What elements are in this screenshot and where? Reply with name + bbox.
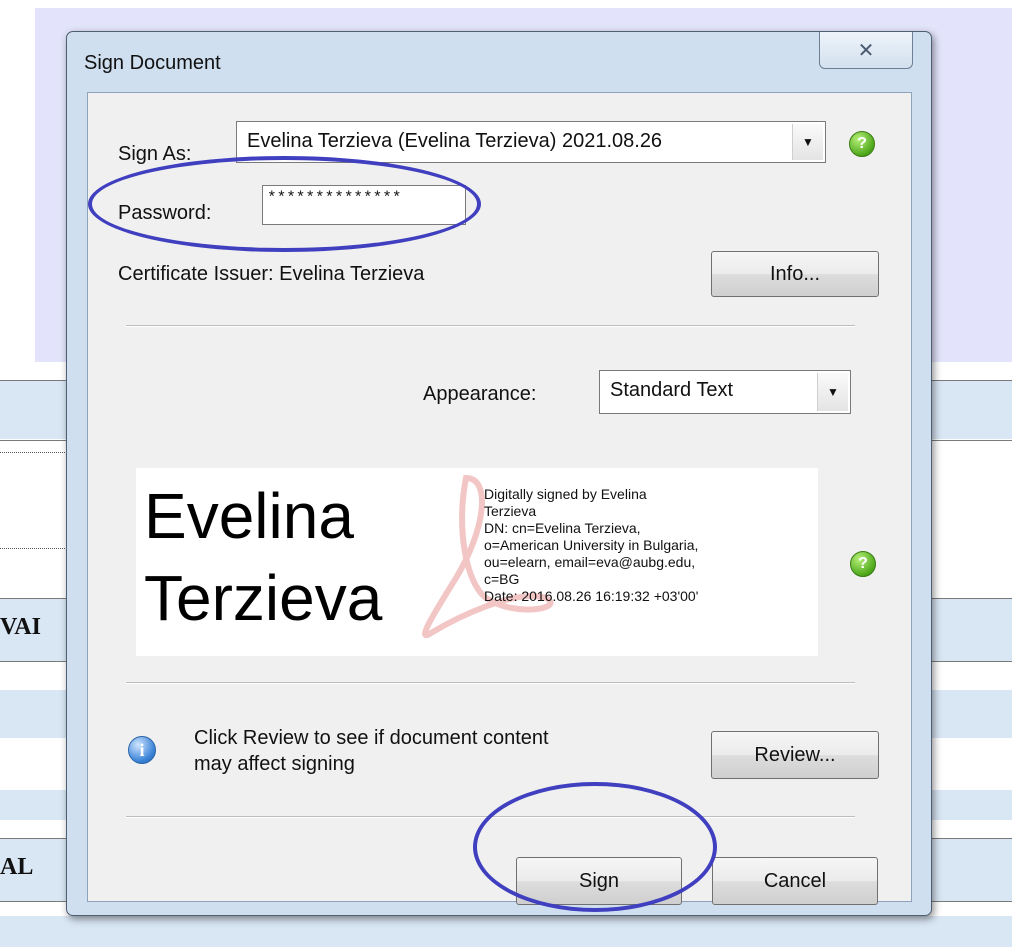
- appearance-value: Standard Text: [610, 379, 734, 401]
- chevron-down-icon: ▼: [817, 373, 848, 411]
- signature-detail-line: Digitally signed by Evelina: [484, 486, 647, 502]
- info-button[interactable]: Info...: [711, 251, 879, 297]
- signature-detail-line: Date: 2016.08.26 16:19:32 +03'00': [484, 588, 699, 604]
- signature-detail-line: c=BG: [484, 571, 520, 587]
- dialog-titlebar[interactable]: Sign Document ✕: [67, 32, 931, 92]
- background-table-band: [0, 916, 1012, 947]
- signature-detail-line: o=American University in Bulgaria,: [484, 537, 699, 553]
- signature-preview: Evelina Terzieva Digitally signed by Eve…: [136, 468, 818, 656]
- background-margin: [0, 0, 1012, 8]
- signature-detail-line: DN: cn=Evelina Terzieva,: [484, 520, 641, 536]
- info-icon: i: [128, 736, 156, 764]
- signature-detail-line: ou=elearn, email=eva@aubg.edu,: [484, 554, 696, 570]
- review-button[interactable]: Review...: [711, 731, 879, 779]
- signature-details: Digitally signed by Evelina Terzieva DN:…: [484, 486, 698, 605]
- background-text-fragment: AL: [0, 854, 34, 880]
- appearance-label: Appearance:: [423, 383, 537, 405]
- close-icon: ✕: [857, 39, 875, 62]
- close-button[interactable]: ✕: [819, 32, 913, 69]
- dialog-title: Sign Document: [84, 52, 221, 74]
- annotation-oval-password: [88, 156, 481, 252]
- annotation-oval-sign: [473, 782, 717, 912]
- sign-as-value: Evelina Terzieva (Evelina Terzieva) 2021…: [247, 130, 663, 152]
- separator: [126, 682, 855, 684]
- review-message: Click Review to see if document content …: [194, 727, 549, 775]
- signature-name-line2: Terzieva: [144, 562, 383, 634]
- certificate-issuer-text: Certificate Issuer: Evelina Terzieva: [118, 263, 425, 285]
- appearance-dropdown[interactable]: Standard Text ▼: [599, 370, 851, 414]
- signature-detail-line: Terzieva: [484, 503, 537, 519]
- separator: [126, 325, 855, 327]
- cancel-button[interactable]: Cancel: [712, 857, 878, 905]
- signature-name-line1: Evelina: [144, 480, 354, 552]
- help-icon[interactable]: ?: [849, 131, 875, 157]
- background-dotted-line: [0, 548, 65, 549]
- chevron-down-icon: ▼: [792, 124, 823, 160]
- background-margin-left: [0, 0, 35, 362]
- background-text-fragment: VAI: [0, 614, 41, 640]
- help-icon[interactable]: ?: [850, 551, 876, 577]
- background-dotted-line: [0, 452, 65, 453]
